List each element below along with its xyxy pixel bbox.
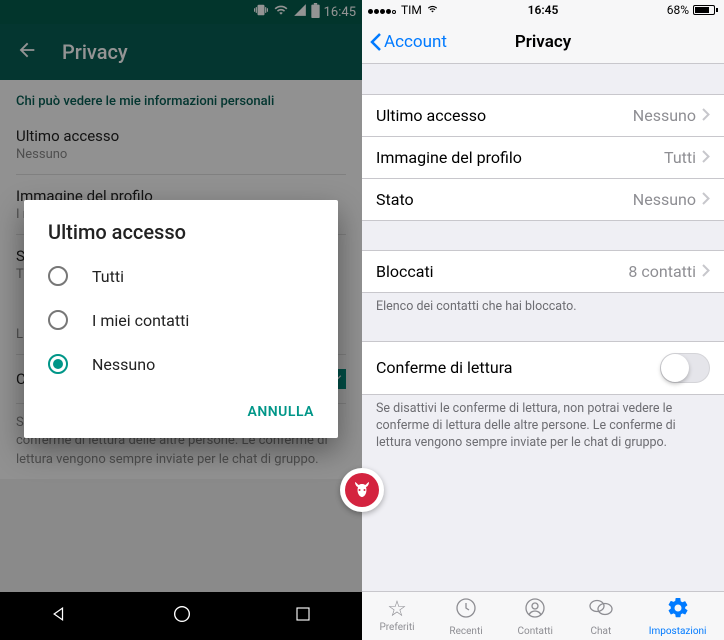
back-label: Account (384, 32, 447, 52)
tab-favorites[interactable]: ☆ Preferiti (379, 599, 414, 633)
carrier-label: TIM (401, 3, 422, 17)
tab-contacts[interactable]: Contatti (518, 596, 553, 637)
radio-unchecked-icon (48, 266, 68, 286)
tab-chat[interactable]: Chat (588, 596, 614, 637)
radio-checked-icon (48, 354, 68, 374)
radio-label: Tutti (92, 267, 124, 286)
tab-recents[interactable]: Recenti (449, 596, 482, 637)
ios-screen: TIM 16:45 68% Account Privacy Ultimo acc… (362, 0, 724, 640)
tab-label: Chat (590, 626, 611, 637)
tab-label: Preferiti (379, 622, 414, 633)
group-blocked: Bloccati 8 contatti Elenco dei contatti … (362, 250, 724, 323)
dialog-last-seen: Ultimo accesso Tutti I miei contatti Nes… (24, 200, 338, 438)
tab-label: Recenti (449, 626, 482, 637)
nav-back-icon[interactable] (50, 604, 70, 628)
radio-label: I miei contatti (92, 311, 189, 330)
watermark-badge (340, 468, 384, 512)
radio-option-tutti[interactable]: Tutti (24, 254, 338, 298)
android-navbar (0, 592, 362, 640)
group-read-receipts: Conferme di lettura Se disattivi le conf… (362, 341, 724, 459)
nav-recent-icon[interactable] (294, 605, 312, 627)
blocked-caption: Elenco dei contatti che hai bloccato. (362, 292, 724, 323)
battery-pct: 68% (667, 3, 689, 17)
row-status[interactable]: Stato Nessuno (362, 178, 724, 221)
chevron-right-icon (702, 190, 710, 209)
ios-navbar: Account Privacy (362, 20, 724, 64)
tab-label: Impostazioni (649, 626, 707, 637)
ios-tabbar: ☆ Preferiti Recenti Contatti Chat Impo (362, 591, 724, 640)
battery-icon (693, 5, 718, 15)
cell-label: Immagine del profilo (376, 148, 522, 167)
cell-value: Nessuno (633, 190, 696, 209)
nav-title: Privacy (515, 32, 571, 52)
chevron-right-icon (702, 262, 710, 281)
wifi-icon (426, 3, 439, 17)
row-profile-photo[interactable]: Immagine del profilo Tutti (362, 136, 724, 179)
radio-option-contatti[interactable]: I miei contatti (24, 298, 338, 342)
row-blocked[interactable]: Bloccati 8 contatti (362, 250, 724, 293)
cancel-button[interactable]: ANNULLA (236, 394, 326, 430)
read-receipts-footer: Se disattivi le conferme di lettura, non… (362, 394, 724, 459)
cell-value: 8 contatti (628, 262, 696, 281)
toggle-switch-off[interactable] (660, 353, 710, 383)
signal-dots-icon (368, 3, 397, 17)
nav-home-icon[interactable] (171, 603, 193, 629)
ios-status-bar: TIM 16:45 68% (362, 0, 724, 20)
row-last-seen[interactable]: Ultimo accesso Nessuno (362, 94, 724, 137)
star-icon: ☆ (387, 599, 407, 621)
tab-settings[interactable]: Impostazioni (649, 596, 707, 637)
clock-icon (454, 596, 478, 625)
cell-label: Ultimo accesso (376, 106, 486, 125)
cell-label: Bloccati (376, 262, 434, 281)
radio-option-nessuno[interactable]: Nessuno (24, 342, 338, 386)
radio-unchecked-icon (48, 310, 68, 330)
chevron-right-icon (702, 106, 710, 125)
bull-icon (345, 473, 379, 507)
cell-label: Conferme di lettura (376, 358, 513, 377)
back-button[interactable]: Account (370, 32, 447, 52)
android-screen: 16:45 Privacy Chi può vedere le mie info… (0, 0, 362, 640)
row-read-receipts: Conferme di lettura (362, 341, 724, 395)
chat-icon (588, 596, 614, 625)
tab-label: Contatti (518, 626, 553, 637)
cell-value: Nessuno (633, 106, 696, 125)
status-time: 16:45 (528, 3, 559, 17)
cell-label: Stato (376, 190, 414, 209)
cell-value: Tutti (664, 148, 696, 167)
group-privacy: Ultimo accesso Nessuno Immagine del prof… (362, 94, 724, 221)
dialog-title: Ultimo accesso (24, 200, 338, 254)
radio-label: Nessuno (92, 355, 155, 374)
gear-icon (666, 596, 690, 625)
contact-icon (523, 596, 547, 625)
chevron-right-icon (702, 148, 710, 167)
